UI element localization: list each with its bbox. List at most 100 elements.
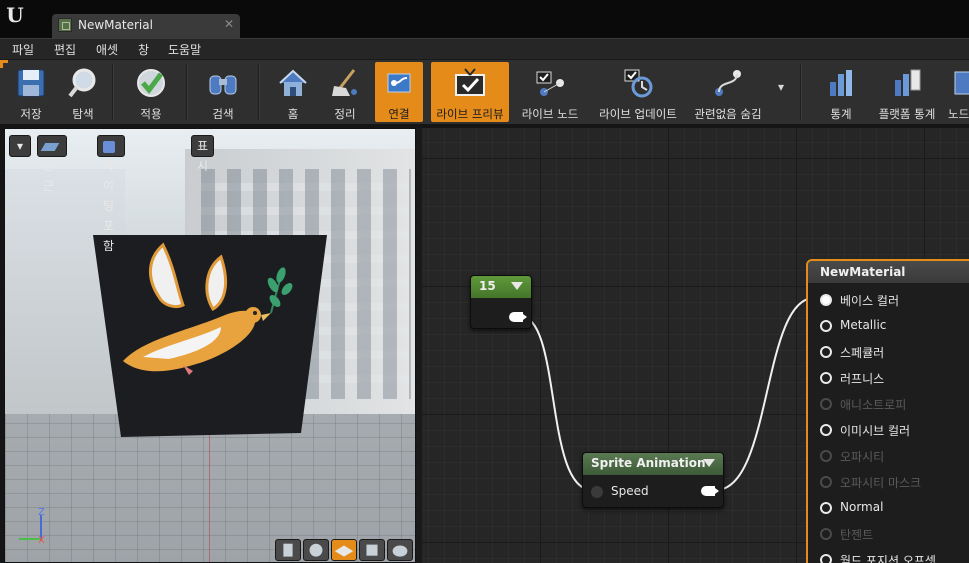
preview-viewport[interactable]: ▾ 원근 라이팅포함 표시 Z X bbox=[4, 128, 416, 563]
live-preview-button[interactable]: 라이브 프리뷰 bbox=[431, 62, 509, 122]
axis-gizmo bbox=[19, 515, 42, 541]
toolbar-overflow-dropdown[interactable]: ▾ bbox=[778, 80, 784, 94]
save-label: 저장 bbox=[20, 107, 42, 121]
connectors-icon bbox=[387, 73, 411, 93]
viewport-options-dropdown[interactable]: ▾ bbox=[9, 135, 31, 157]
live-nodes-button[interactable]: 라이브 노드 bbox=[516, 62, 584, 122]
live-update-button[interactable]: 라이브 업데이트 bbox=[592, 62, 684, 122]
sprite-animation-output-pin[interactable] bbox=[701, 486, 719, 496]
show-label: 표시 bbox=[197, 139, 209, 173]
stats-button[interactable]: 통계 bbox=[816, 62, 866, 122]
input-pin[interactable] bbox=[820, 294, 832, 306]
menu-bar: 파일 편집 애셋 창 도움말 bbox=[0, 38, 969, 59]
material-result-node[interactable]: NewMaterial 베이스 컬러 Metallic 스페큘러 러프니스 애니… bbox=[806, 259, 969, 563]
lighting-button[interactable]: 라이팅포함 bbox=[97, 135, 125, 253]
material-node-header: NewMaterial bbox=[808, 261, 969, 283]
material-graph[interactable]: 15 Sprite Animation Speed NewMaterial 베이… bbox=[422, 128, 969, 563]
pin-label: Normal bbox=[840, 500, 884, 514]
stats-label: 통계 bbox=[830, 107, 852, 121]
platform-stats-label: 플랫폼 통계 bbox=[878, 107, 936, 121]
search-icon bbox=[209, 75, 237, 95]
search-label: 검색 bbox=[212, 107, 234, 121]
pin-label: 탄젠트 bbox=[840, 528, 874, 542]
collapse-icon[interactable] bbox=[511, 282, 523, 290]
material-node-title: NewMaterial bbox=[820, 265, 906, 279]
plane-icon bbox=[334, 545, 354, 557]
menu-edit[interactable]: 편집 bbox=[54, 41, 76, 58]
collapse-icon[interactable] bbox=[703, 459, 715, 467]
show-button[interactable]: 표시 bbox=[191, 135, 215, 173]
platform-stats-button[interactable]: 플랫폼 통계 bbox=[872, 62, 942, 122]
live-update-label: 라이브 업데이트 bbox=[599, 107, 677, 121]
unreal-logo-icon[interactable]: U bbox=[4, 4, 26, 26]
nodes-button[interactable]: 노드 bbox=[946, 62, 969, 122]
connectors-button[interactable]: 연결 bbox=[375, 62, 423, 122]
toolbar-separator bbox=[258, 64, 260, 120]
material-asset-icon bbox=[58, 18, 72, 32]
sprite-animation-node[interactable]: Sprite Animation Speed bbox=[582, 452, 724, 508]
pin-label: 월드 포지션 오프셋 bbox=[840, 554, 936, 563]
input-pin[interactable] bbox=[820, 346, 832, 358]
input-pin[interactable] bbox=[820, 424, 832, 436]
menu-asset[interactable]: 애셋 bbox=[96, 41, 118, 58]
live-update-icon bbox=[624, 69, 653, 98]
home-button[interactable]: 홈 bbox=[270, 62, 316, 122]
live-preview-icon bbox=[455, 68, 485, 96]
sphere-icon bbox=[309, 543, 323, 557]
menu-file[interactable]: 파일 bbox=[12, 41, 34, 58]
clean-up-icon bbox=[332, 69, 357, 96]
search-button[interactable]: 검색 bbox=[200, 62, 246, 122]
input-pin bbox=[820, 398, 832, 410]
perspective-icon bbox=[40, 142, 60, 151]
sprite-animation-node-header: Sprite Animation bbox=[583, 453, 723, 475]
hide-unrelated-label: 관련없음 숨김 bbox=[694, 107, 762, 121]
clean-up-label: 정리 bbox=[334, 107, 356, 121]
apply-label: 적용 bbox=[140, 107, 162, 121]
save-button[interactable]: 저장 bbox=[8, 62, 54, 122]
cube-preview-button[interactable] bbox=[359, 539, 385, 561]
apply-button[interactable]: 적용 bbox=[128, 62, 174, 122]
cylinder-icon bbox=[283, 543, 293, 557]
input-pin[interactable] bbox=[820, 554, 832, 563]
input-pin[interactable] bbox=[820, 502, 832, 514]
input-pin[interactable] bbox=[820, 320, 832, 332]
connectors-label: 연결 bbox=[388, 107, 410, 121]
custom-mesh-preview-button[interactable] bbox=[387, 539, 413, 561]
tab-newmaterial[interactable]: NewMaterial ✕ bbox=[52, 14, 240, 38]
menu-help[interactable]: 도움말 bbox=[168, 41, 201, 58]
platform-stats-icon bbox=[895, 69, 921, 96]
pin-label: 오파시티 bbox=[840, 450, 885, 464]
browse-icon bbox=[68, 68, 96, 98]
cube-icon bbox=[366, 544, 378, 556]
sphere-preview-button[interactable] bbox=[303, 539, 329, 561]
tab-label: NewMaterial bbox=[78, 18, 153, 32]
hide-unrelated-icon bbox=[715, 70, 741, 96]
axis-z-label: Z bbox=[38, 507, 45, 518]
speed-input-label: Speed bbox=[611, 484, 649, 498]
nodes-label: 노드 bbox=[948, 107, 969, 121]
hide-unrelated-button[interactable]: 관련없음 숨김 bbox=[690, 62, 766, 122]
browse-button[interactable]: 탐색 bbox=[60, 62, 106, 122]
perspective-button[interactable]: 원근 bbox=[37, 135, 67, 193]
plane-preview-button[interactable] bbox=[331, 539, 357, 561]
chevron-down-icon: ▾ bbox=[16, 139, 24, 153]
menu-window[interactable]: 창 bbox=[138, 41, 149, 58]
toolbar-separator bbox=[186, 64, 188, 120]
constant-node[interactable]: 15 bbox=[470, 275, 532, 329]
save-icon bbox=[17, 69, 45, 97]
lit-cube-icon bbox=[103, 140, 115, 153]
input-pin[interactable] bbox=[820, 372, 832, 384]
toolbar-separator bbox=[112, 64, 114, 120]
constant-output-pin[interactable] bbox=[509, 312, 527, 322]
close-tab-icon[interactable]: ✕ bbox=[224, 17, 234, 31]
toolbar: 저장 탐색 적용 검색 홈 정리 연결 라이브 프리뷰 라이브 노드 라이브 업… bbox=[0, 59, 969, 126]
title-bar: U NewMaterial ✕ bbox=[0, 0, 969, 38]
clean-up-button[interactable]: 정리 bbox=[322, 62, 368, 122]
pin-label: 오파시티 마스크 bbox=[840, 476, 922, 490]
nodes-icon bbox=[954, 71, 969, 95]
sprite-animation-title: Sprite Animation bbox=[591, 456, 706, 470]
cylinder-preview-button[interactable] bbox=[275, 539, 301, 561]
live-nodes-label: 라이브 노드 bbox=[521, 107, 579, 121]
stats-icon bbox=[830, 70, 852, 96]
speed-input-pin[interactable] bbox=[591, 486, 603, 498]
